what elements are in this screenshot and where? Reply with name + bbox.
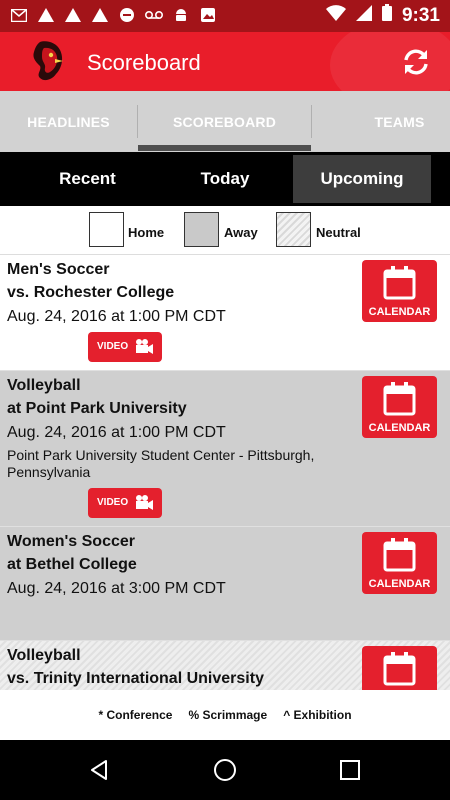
event-card[interactable]: Women's Soccer at Bethel College Aug. 24… [0,527,450,641]
neutral-label: Neutral [316,225,361,240]
page-title: Scoreboard [87,50,201,75]
blocked-icon [118,5,136,25]
calendar-label: CALENDAR [368,422,431,434]
calendar-button[interactable]: CALENDAR [362,260,437,322]
event-sport: Volleyball [7,647,81,664]
segment-today[interactable]: Today [175,152,275,206]
photo-icon [199,5,217,25]
video-camera-icon [136,339,153,354]
recents-icon[interactable] [336,756,364,784]
event-opponent: at Bethel College [7,556,137,573]
home-icon[interactable] [211,756,239,784]
app-bar: Scoreboard [0,32,450,91]
wifi-icon [325,4,346,27]
segment-recent[interactable]: Recent [0,152,175,206]
tab-teams[interactable]: TEAMS [312,91,450,152]
calendar-icon [383,652,416,686]
clock: 9:31 [401,4,440,26]
signal-icon [355,4,372,27]
away-swatch [184,212,219,247]
alert-icon [91,5,109,25]
gmail-icon [10,5,28,25]
mascot-logo [28,40,68,82]
game-type-legend: * Conference % Scrimmage ^ Exhibition [0,690,450,740]
tab-indicator [138,145,311,151]
event-card[interactable]: Volleyball vs. Trinity International Uni… [0,641,450,690]
date-filter-bar: Recent Today Upcoming [0,152,450,206]
video-camera-icon [136,495,153,510]
video-label: VIDEO [97,497,129,508]
calendar-icon [383,538,416,572]
event-list[interactable]: Men's Soccer vs. Rochester College Aug. … [0,255,450,690]
voicemail-icon [145,5,163,25]
alert-icon [64,5,82,25]
conference-note: * Conference [98,708,173,722]
calendar-icon [383,382,416,416]
back-icon[interactable] [86,756,114,784]
status-bar: 9:31 [0,0,450,32]
event-opponent: vs. Rochester College [7,284,175,301]
calendar-label: CALENDAR [368,306,431,318]
event-datetime: Aug. 24, 2016 at 3:00 PM CDT [7,580,226,597]
exhibition-note: ^ Exhibition [283,708,352,722]
calendar-icon [383,266,416,300]
calendar-button[interactable]: CALENDAR [362,376,437,438]
video-label: VIDEO [97,341,129,352]
away-label: Away [224,225,258,240]
watermark-logo [330,32,450,91]
video-button[interactable]: VIDEO [88,332,162,362]
event-location: Point Park University Student Center - P… [7,447,315,480]
tab-scoreboard[interactable]: SCOREBOARD [138,91,311,152]
event-datetime: Aug. 24, 2016 at 1:00 PM CDT [7,424,226,441]
event-card[interactable]: Volleyball at Point Park University Aug.… [0,371,450,527]
segment-upcoming[interactable]: Upcoming [293,155,431,203]
android-icon [172,5,190,25]
event-sport: Men's Soccer [7,261,110,278]
event-datetime: Aug. 24, 2016 at 1:00 PM CDT [7,308,226,325]
event-sport: Women's Soccer [7,533,135,550]
location-legend: Home Away Neutral [0,206,450,255]
home-label: Home [128,225,165,240]
battery-icon [381,4,392,27]
calendar-button[interactable]: CALENDAR [362,532,437,594]
system-nav-bar [0,740,450,800]
event-opponent: at Point Park University [7,400,187,417]
video-button[interactable]: VIDEO [88,488,162,518]
event-sport: Volleyball [7,377,81,394]
calendar-label: CALENDAR [368,578,431,590]
alert-icon [37,5,55,25]
calendar-button[interactable] [362,646,437,690]
home-swatch [89,212,124,247]
event-opponent: vs. Trinity International University [7,670,264,687]
event-card[interactable]: Men's Soccer vs. Rochester College Aug. … [0,255,450,371]
tab-bar: HEADLINES SCOREBOARD TEAMS [0,91,450,152]
scrimmage-note: % Scrimmage [188,708,268,722]
neutral-swatch [276,212,311,247]
tab-headlines[interactable]: HEADLINES [0,91,137,152]
refresh-icon[interactable] [400,46,432,78]
notification-icons [10,5,217,25]
